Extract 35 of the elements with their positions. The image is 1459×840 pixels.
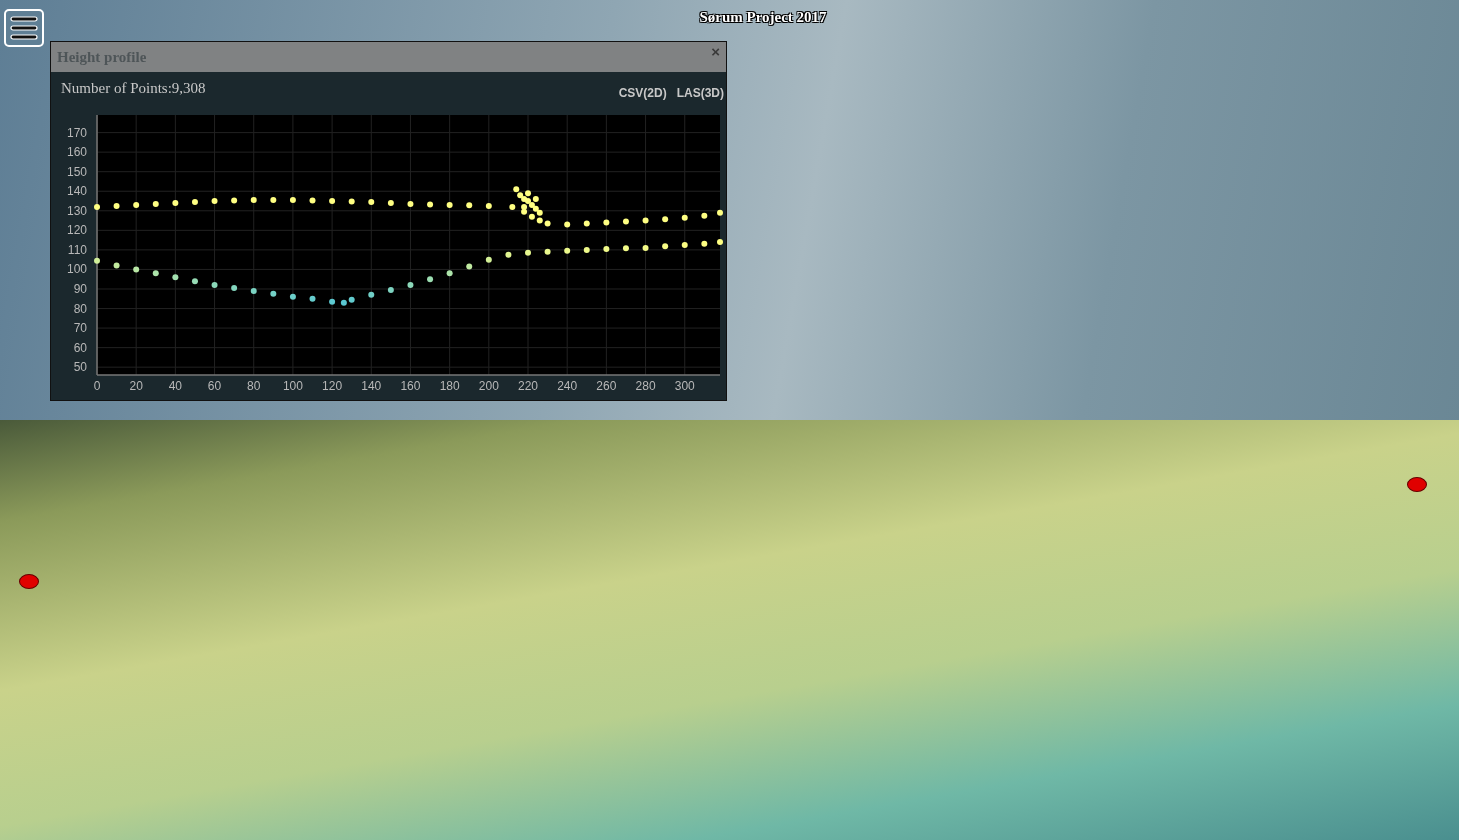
y-tick-label: 50 [73,360,87,375]
x-tick-label: 300 [674,379,695,393]
download-link[interactable]: CSV(2D) [618,86,667,100]
x-tick-label: 0 [93,379,101,393]
y-tick-label: 120 [66,223,87,238]
y-tick-label: 70 [73,321,87,336]
x-tick-label: 60 [207,379,222,393]
y-tick-label: 60 [73,340,87,355]
y-tick-label: 160 [66,145,87,160]
x-tick-label: 40 [168,379,183,393]
x-tick-label: 20 [129,379,143,393]
points-count: Number of Points:9,308 [61,80,206,97]
x-tick-label: 220 [518,379,538,393]
menu-button[interactable] [4,9,44,47]
x-tick-label: 80 [247,379,261,393]
x-tick-label: 120 [322,379,343,393]
x-tick-label: 280 [635,379,656,393]
x-tick-label: 160 [400,379,421,393]
y-tick-label: 130 [66,203,87,218]
y-tick-label: 110 [67,242,87,257]
y-tick-label: 170 [66,125,87,140]
x-tick-label: 180 [439,379,460,393]
y-tick-label: 90 [73,282,87,296]
x-tick-label: 260 [596,379,617,393]
y-tick-label: 150 [66,164,87,179]
x-tick-label: 200 [478,379,499,393]
download-link[interactable]: LAS(3D) [676,86,724,100]
y-tick-label: 140 [66,184,87,199]
project-title: Sørum Project 2017 [698,9,828,26]
menu-icon [9,15,39,41]
x-tick-label: 240 [557,379,578,393]
x-tick-label: 100 [282,379,303,393]
x-tick-label: 140 [361,379,382,393]
y-tick-label: 100 [66,262,87,277]
y-tick-label: 80 [73,301,87,316]
